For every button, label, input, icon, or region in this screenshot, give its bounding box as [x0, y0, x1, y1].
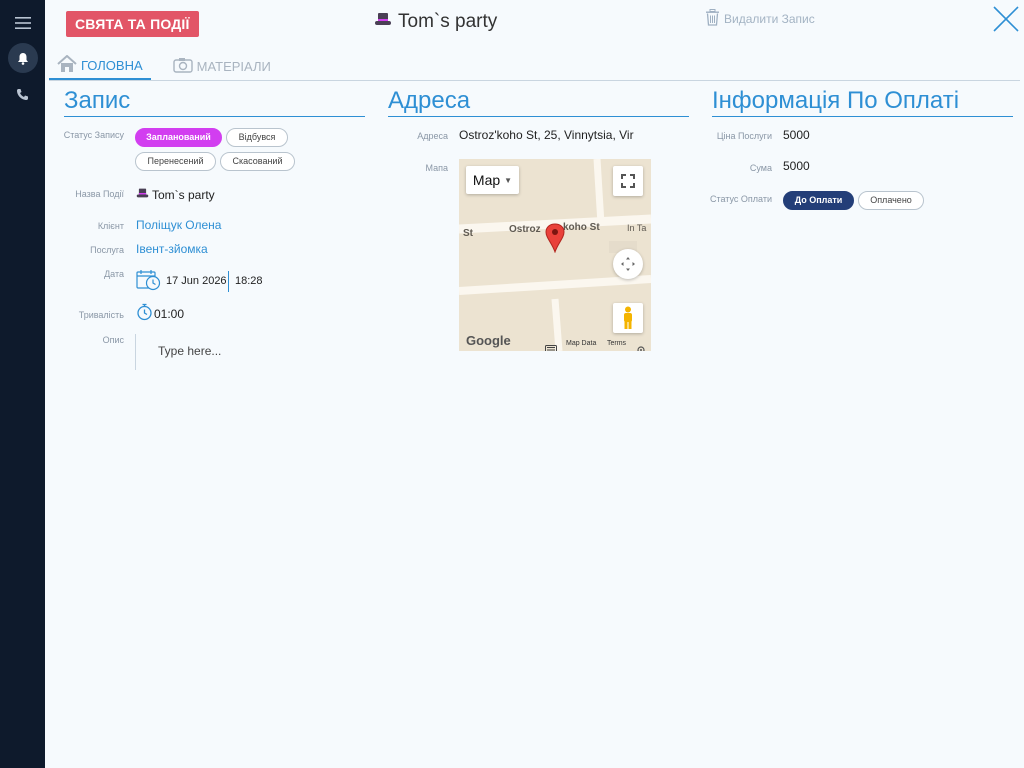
trash-icon	[705, 9, 720, 29]
map-data-link[interactable]: Map Data	[566, 340, 596, 347]
service-label: Послуга	[90, 245, 124, 255]
record-section-title: Запис	[64, 87, 131, 114]
keyboard-icon[interactable]	[545, 340, 557, 351]
close-icon[interactable]	[991, 4, 1021, 34]
map-street-label-left: St	[463, 228, 473, 239]
payment-status-due-button[interactable]: До Оплати	[783, 191, 854, 210]
tab-materials-label: МАТЕРІАЛИ	[196, 58, 271, 74]
home-icon	[57, 54, 77, 76]
client-label: Клієнт	[97, 221, 124, 231]
address-value: Ostroz'koho St, 25, Vinnytsia, Vir	[459, 128, 634, 142]
event-name-value: Tom`s party	[136, 187, 215, 202]
date-value[interactable]: 17 Jun 2026	[166, 275, 227, 287]
map-pin-icon[interactable]	[545, 223, 565, 258]
tab-main-label: ГОЛОВНА	[81, 57, 143, 73]
event-title-text: Tom`s party	[398, 11, 498, 32]
delete-record-button[interactable]: Видалити Запис	[705, 9, 815, 29]
map-label: Мапа	[425, 163, 448, 173]
event-name-label: Назва Події	[75, 189, 124, 199]
tab-bar: ГОЛОВНА МАТЕРІАЛИ	[49, 52, 279, 80]
category-badge[interactable]: СВЯТА ТА ПОДІЇ	[66, 11, 199, 37]
client-link[interactable]: Поліщук Олена	[136, 218, 221, 232]
map-settings-icon[interactable]	[637, 341, 645, 351]
stopwatch-icon	[136, 303, 153, 326]
camera-icon	[172, 57, 193, 76]
google-attribution: Google	[466, 333, 511, 348]
date-label: Дата	[104, 269, 124, 279]
status-label: Статус Запису	[63, 130, 124, 140]
address-label: Адреса	[417, 131, 448, 141]
phone-icon[interactable]	[0, 78, 45, 110]
description-label: Опис	[102, 335, 124, 345]
status-cancelled-button[interactable]: Скасований	[220, 152, 295, 171]
address-section-underline	[388, 116, 689, 117]
map-terms-link[interactable]: Terms	[607, 340, 626, 347]
time-value[interactable]: 18:28	[235, 275, 263, 287]
duration-value[interactable]: 01:00	[154, 307, 184, 321]
service-link[interactable]: Івент-зйомка	[136, 242, 208, 256]
menu-icon[interactable]	[0, 7, 45, 39]
sum-value: 5000	[783, 159, 810, 173]
record-section-underline	[64, 116, 365, 117]
description-input[interactable]: Type here...	[135, 334, 375, 370]
payment-status-paid-button[interactable]: Оплачено	[858, 191, 924, 210]
duration-label: Тривалість	[78, 310, 124, 320]
date-time-divider	[228, 271, 229, 292]
bell-icon[interactable]	[0, 42, 45, 74]
sum-label: Сума	[749, 163, 772, 173]
left-rail	[0, 0, 45, 768]
delete-record-label: Видалити Запис	[724, 12, 815, 26]
event-name-text: Tom`s party	[152, 187, 215, 202]
status-postponed-button[interactable]: Перенесений	[135, 152, 216, 171]
map-widget[interactable]: St Ostroz koho St In Ta Map ▼ Google Map…	[459, 159, 651, 351]
fullscreen-icon[interactable]	[613, 166, 643, 196]
payment-section-title: Інформація По Оплаті	[712, 87, 960, 114]
party-hat-icon	[374, 11, 392, 33]
tab-materials[interactable]: МАТЕРІАЛИ	[165, 52, 279, 80]
price-label: Ціна Послуги	[716, 131, 772, 141]
party-hat-icon	[136, 187, 149, 202]
tab-main[interactable]: ГОЛОВНА	[49, 52, 151, 80]
event-title: Tom`s party	[374, 11, 497, 33]
status-done-button[interactable]: Відбувся	[226, 128, 288, 147]
status-planned-button[interactable]: Запланований	[135, 128, 222, 147]
payment-status-label: Статус Оплати	[709, 194, 772, 204]
map-street-label-1: Ostroz	[509, 224, 541, 235]
map-type-label: Map	[472, 172, 501, 188]
map-pan-control-icon[interactable]	[613, 249, 643, 279]
map-type-button[interactable]: Map ▼	[466, 166, 519, 194]
calendar-icon[interactable]	[136, 269, 161, 296]
price-value: 5000	[783, 128, 810, 142]
payment-section-underline	[712, 116, 1013, 117]
map-street-label-2: koho St	[563, 222, 600, 233]
street-view-pegman-icon[interactable]	[613, 303, 643, 333]
address-section-title: Адреса	[388, 87, 471, 114]
map-poi-label: In Ta	[627, 223, 647, 233]
caret-down-icon: ▼	[504, 175, 513, 185]
tabs-divider	[49, 80, 1020, 81]
